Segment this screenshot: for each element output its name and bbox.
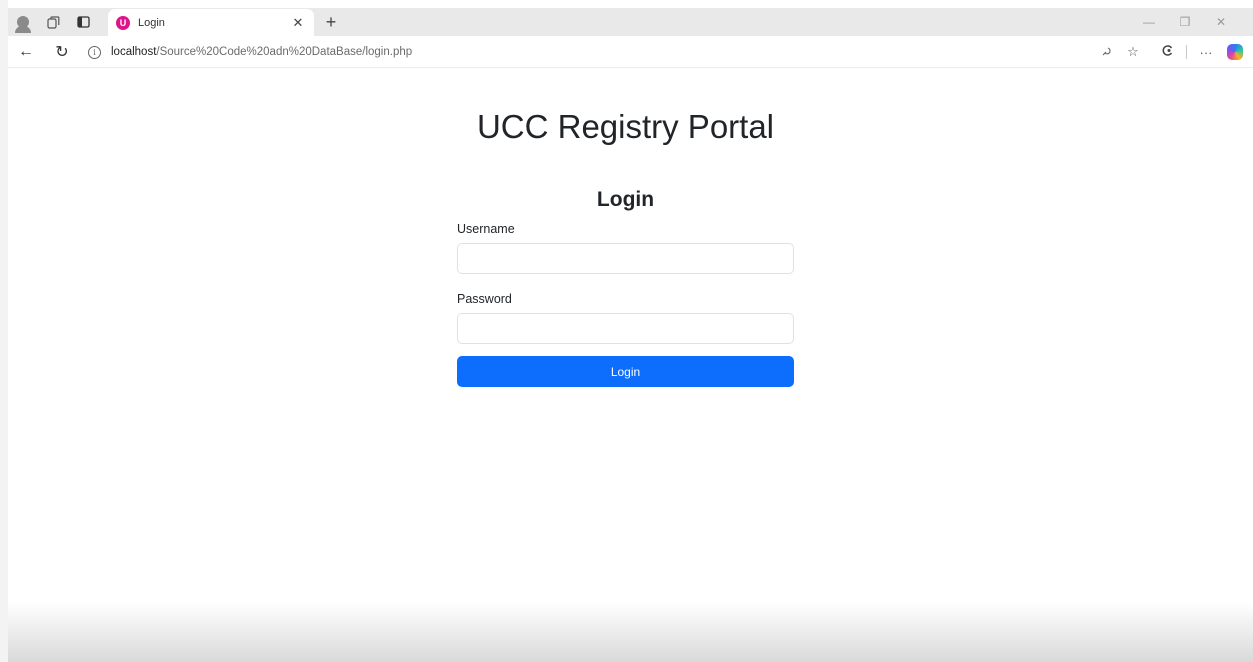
username-label: Username (457, 222, 515, 236)
url-host: localhost (111, 46, 157, 58)
bottom-shadow (8, 602, 1253, 662)
login-form: Username Password Login (457, 220, 794, 387)
back-arrow-icon[interactable]: ← (14, 40, 38, 64)
new-tab-icon[interactable]: + (318, 8, 344, 36)
login-button[interactable]: Login (457, 356, 794, 387)
profile-icon[interactable] (8, 8, 38, 36)
username-input[interactable] (457, 243, 794, 274)
restore-icon[interactable]: ❐ (1167, 15, 1203, 29)
window-close-icon[interactable]: ✕ (1203, 15, 1239, 29)
password-label: Password (457, 292, 512, 306)
page-content: UCC Registry Portal Login Username Passw… (8, 68, 1253, 662)
info-icon[interactable]: i (88, 45, 101, 59)
more-icon[interactable]: ··· (1193, 45, 1219, 60)
tab-login[interactable]: U Login ✕ (108, 9, 314, 36)
window-edge (0, 0, 8, 662)
refresh-icon[interactable]: ↻ (50, 40, 74, 64)
read-aloud-icon[interactable] (1094, 45, 1120, 60)
password-input[interactable] (457, 313, 794, 344)
workspaces-icon[interactable] (38, 8, 68, 36)
address-bar[interactable]: i localhost/Source%20Code%20adn%20DataBa… (88, 40, 1133, 64)
tab-title: Login (138, 16, 165, 29)
url-text: localhost/Source%20Code%20adn%20DataBase… (111, 46, 412, 58)
tab-bar: U Login ✕ + — ❐ ✕ (8, 8, 1253, 36)
url-path: /Source%20Code%20adn%20DataBase/login.ph… (156, 46, 413, 58)
page-title: UCC Registry Portal (476, 108, 775, 145)
toolbar-right: ☆ ··· (1094, 36, 1243, 68)
window-controls: — ❐ ✕ (1131, 8, 1239, 36)
login-heading: Login (596, 188, 655, 211)
copilot-icon[interactable] (1227, 44, 1243, 60)
tab-favicon-icon: U (116, 15, 130, 30)
minimize-icon[interactable]: — (1131, 15, 1167, 29)
toolbar-separator (1186, 45, 1187, 59)
close-icon[interactable]: ✕ (290, 15, 306, 31)
tab-actions-icon[interactable] (68, 8, 98, 36)
browser-toolbar: ← ↻ i localhost/Source%20Code%20adn%20Da… (8, 36, 1253, 68)
browser-window: U Login ✕ + — ❐ ✕ ← ↻ i localhost/Source… (0, 0, 1253, 662)
extensions-icon[interactable] (1154, 44, 1180, 60)
star-icon[interactable]: ☆ (1120, 44, 1146, 60)
